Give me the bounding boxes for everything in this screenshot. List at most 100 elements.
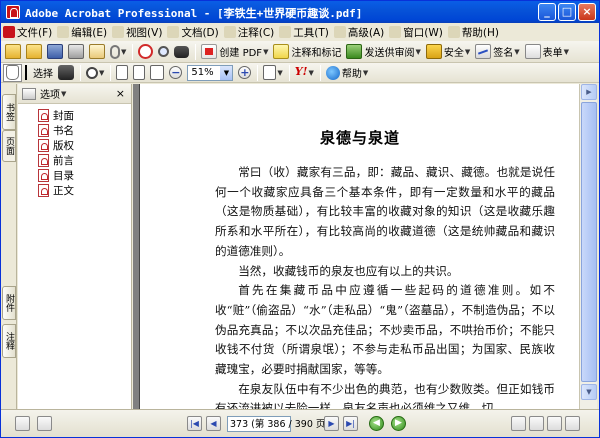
security-label: 安全 <box>443 48 464 59</box>
options-menu[interactable]: 选项 ▼ <box>40 86 66 102</box>
page-number-field[interactable]: 373 (第 386 / 390 页) <box>227 416 329 432</box>
bookmark-page-icon <box>38 184 49 197</box>
lock-icon <box>425 44 442 59</box>
search-button[interactable] <box>156 43 171 61</box>
create-folder-button[interactable] <box>24 43 44 61</box>
create-pdf-button[interactable]: 创建 PDF ▼ <box>199 43 270 61</box>
sign-button[interactable]: 签名 ▼ <box>473 43 521 61</box>
menu-file[interactable]: 文件(F) <box>1 23 54 41</box>
first-page-button[interactable]: |◀ <box>187 416 202 431</box>
send-review-button[interactable]: 发送供审阅 ▼ <box>344 43 422 61</box>
bookmark-label: 封面 <box>53 110 74 122</box>
next-view-button[interactable]: ▶ <box>391 416 406 431</box>
menu-document[interactable]: 文档(D) <box>165 23 220 41</box>
document-properties-button[interactable] <box>37 416 52 431</box>
vertical-scrollbar[interactable]: ▶ ▼ <box>579 84 597 409</box>
tab-pages[interactable]: 页面 <box>2 130 16 162</box>
maximize-button[interactable]: □ <box>558 3 576 21</box>
document-menu-icon <box>167 26 180 38</box>
last-page-button[interactable]: ▶| <box>343 416 358 431</box>
scroll-up-button[interactable]: ▶ <box>581 84 597 100</box>
help-button[interactable]: 帮助 ▼ <box>324 64 370 82</box>
previous-page-button[interactable]: ◀ <box>206 416 221 431</box>
menu-window-label: 窗口(W) <box>403 26 443 39</box>
open-button[interactable] <box>3 43 23 61</box>
comment-icon <box>273 44 290 59</box>
snapshot-button[interactable] <box>56 64 76 82</box>
bookmark-panel-icon[interactable] <box>22 88 36 100</box>
organizer-button[interactable] <box>136 43 155 61</box>
bookmark-label: 正文 <box>53 185 74 197</box>
comment-markup-label: 注释和标记 <box>291 48 342 59</box>
panel-toggle-button[interactable] <box>15 416 30 431</box>
menu-help[interactable]: 帮助(H) <box>446 23 501 41</box>
tab-attachments[interactable]: 附件 <box>2 286 16 320</box>
zoom-tool-button[interactable]: ▼ <box>84 64 106 82</box>
previous-view-button[interactable]: ◀ <box>369 416 384 431</box>
bookmark-item[interactable]: 版权 <box>18 138 131 153</box>
bookmark-label: 书名 <box>53 125 74 137</box>
bookmarks-panel-header: 选项 ▼ × <box>18 84 131 104</box>
save-button[interactable] <box>45 43 65 61</box>
select-tool-button[interactable]: 选择 <box>23 64 55 82</box>
zoom-out-icon: − <box>169 66 183 79</box>
title-bar[interactable]: Adobe Acrobat Professional - [李铁生+世界硬币趣谈… <box>1 1 599 23</box>
facing-layout-button[interactable] <box>547 416 562 431</box>
chevron-down-icon[interactable]: ▼ <box>220 65 233 80</box>
window-menu-icon <box>389 26 402 38</box>
document-body: 常曰（收）藏家有三品，即：藏品、藏识、藏德。也就是说任何一个收藏家应具备三个基本… <box>215 163 555 409</box>
yahoo-search-button[interactable]: Y! ▼ <box>293 64 316 82</box>
acrobat-app-icon[interactable] <box>6 5 20 19</box>
scroll-down-button[interactable]: ▼ <box>581 384 597 400</box>
menu-edit[interactable]: 编辑(E) <box>55 23 109 41</box>
forms-button[interactable]: 表单 ▼ <box>523 43 571 61</box>
attach-button[interactable]: ▼ <box>108 43 128 61</box>
bookmark-item[interactable]: 目录 <box>18 168 131 183</box>
zoom-out-button[interactable]: − <box>167 64 184 82</box>
print-button[interactable] <box>66 43 86 61</box>
menu-file-label: 文件(F) <box>17 26 53 39</box>
tab-bookmarks[interactable]: 书签 <box>2 94 16 130</box>
actual-size-button[interactable] <box>114 64 130 82</box>
menu-tools[interactable]: 工具(T) <box>277 23 331 41</box>
menu-view[interactable]: 视图(V) <box>110 23 164 41</box>
email-button[interactable] <box>87 43 107 61</box>
menu-window[interactable]: 窗口(W) <box>387 23 445 41</box>
find-button[interactable] <box>172 43 191 61</box>
zoom-in-button[interactable]: + <box>236 64 253 82</box>
menu-comments[interactable]: 注释(C) <box>222 23 277 41</box>
menu-advanced[interactable]: 高级(A) <box>332 23 386 41</box>
bookmark-item[interactable]: 封面 <box>18 108 131 123</box>
rotate-view-button[interactable]: ▼ <box>261 64 284 82</box>
toolbar-separator <box>288 64 290 81</box>
next-page-button[interactable]: ▶ <box>324 416 339 431</box>
close-button[interactable]: × <box>578 3 596 21</box>
document-view[interactable]: 泉德与泉道 常曰（收）藏家有三品，即：藏品、藏识、藏德。也就是说任何一个收藏家应… <box>133 84 579 409</box>
zoom-level-select[interactable]: 51% ▼ <box>185 64 235 82</box>
continuous-facing-layout-button[interactable] <box>565 416 580 431</box>
bookmark-page-icon <box>38 139 49 152</box>
document-paragraph: 在泉友队伍中有不少出色的典范，也有少数败类。但正如钱币有还流进被以去险一样，泉友… <box>215 381 555 409</box>
minimize-button[interactable]: _ <box>538 3 556 21</box>
pdf-page[interactable]: 泉德与泉道 常曰（收）藏家有三品，即：藏品、藏识、藏德。也就是说任何一个收藏家应… <box>139 84 579 409</box>
organizer-icon <box>138 44 154 59</box>
send-review-icon <box>346 44 363 59</box>
continuous-layout-button[interactable] <box>529 416 544 431</box>
bookmark-item[interactable]: 前言 <box>18 153 131 168</box>
tab-comments[interactable]: 注释 <box>2 324 16 358</box>
scroll-thumb[interactable] <box>581 102 597 382</box>
help-icon <box>325 65 340 80</box>
single-page-layout-button[interactable] <box>511 416 526 431</box>
hand-tool-button[interactable] <box>3 63 22 82</box>
zoom-level-value: 51% <box>191 66 214 78</box>
fit-page-button[interactable] <box>131 64 147 82</box>
fit-width-button[interactable] <box>148 64 166 82</box>
security-button[interactable]: 安全 ▼ <box>424 43 472 61</box>
paperclip-icon <box>110 44 120 59</box>
bookmark-item[interactable]: 书名 <box>18 123 131 138</box>
help-label: 帮助 <box>341 69 362 80</box>
comment-markup-button[interactable]: 注释和标记 <box>271 43 343 61</box>
bookmark-item[interactable]: 正文 <box>18 183 131 198</box>
bookmark-label: 前言 <box>53 155 74 167</box>
close-panel-icon[interactable]: × <box>116 87 125 100</box>
